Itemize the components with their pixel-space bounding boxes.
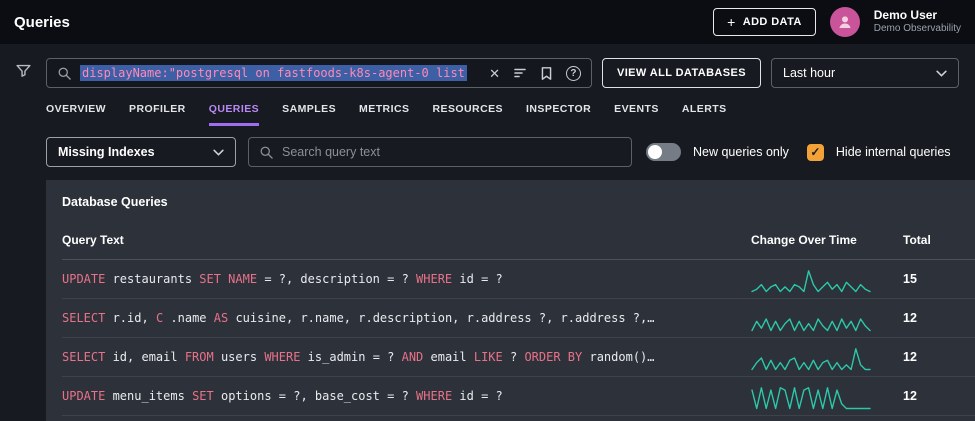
tab-overview[interactable]: OVERVIEW <box>46 103 106 126</box>
top-header: Queries + ADD DATA Demo User Demo Observ… <box>0 0 975 44</box>
bookmark-icon[interactable] <box>540 66 553 81</box>
table-row[interactable]: SELECT id, email FROM users WHERE is_adm… <box>62 338 975 377</box>
query-filter-select[interactable]: Missing Indexes <box>46 137 236 167</box>
query-filter-value: Missing Indexes <box>58 145 155 159</box>
page-title: Queries <box>14 13 70 31</box>
hide-internal-checkbox[interactable]: ✓ <box>806 143 824 161</box>
hide-internal-label: Hide internal queries <box>835 145 951 159</box>
person-icon <box>839 16 851 28</box>
time-range-value: Last hour <box>783 66 836 80</box>
query-total: 12 <box>903 389 917 403</box>
tab-metrics[interactable]: METRICS <box>359 103 409 126</box>
sparkline-chart <box>751 383 903 410</box>
column-total: Total <box>903 233 931 247</box>
database-queries-panel: Database Queries Query Text Change Over … <box>46 180 975 421</box>
tab-alerts[interactable]: ALERTS <box>682 103 727 126</box>
query-text: SELECT r.id, C .name AS cuisine, r.name,… <box>62 311 655 325</box>
search-query-text: displayName:"postgresql on fastfoods-k8s… <box>80 65 467 81</box>
column-change-over-time: Change Over Time <box>751 233 857 247</box>
query-text-search[interactable] <box>248 137 632 167</box>
query-text: UPDATE menu_items SET options = ?, base_… <box>62 389 503 403</box>
filter-funnel-icon[interactable] <box>15 62 32 79</box>
database-search-input[interactable]: displayName:"postgresql on fastfoods-k8s… <box>46 58 592 88</box>
help-icon[interactable]: ? <box>565 65 581 81</box>
clear-search-icon[interactable]: ✕ <box>489 67 500 80</box>
chevron-down-icon <box>213 149 224 156</box>
query-total: 12 <box>903 311 917 325</box>
filters-row: Missing Indexes New queries only ✓ Hide … <box>46 137 959 167</box>
tab-inspector[interactable]: INSPECTOR <box>526 103 591 126</box>
main-column: displayName:"postgresql on fastfoods-k8s… <box>46 44 975 421</box>
tab-events[interactable]: EVENTS <box>614 103 659 126</box>
query-text: UPDATE restaurants SET NAME = ?, descrip… <box>62 272 503 286</box>
new-queries-toggle[interactable] <box>646 143 681 161</box>
query-total: 15 <box>903 272 917 286</box>
time-range-select[interactable]: Last hour <box>771 58 959 88</box>
table-header: Query Text Change Over Time Total <box>62 233 975 260</box>
user-name: Demo User <box>873 8 938 23</box>
toggle-knob <box>648 145 662 159</box>
sparkline-chart <box>751 305 903 332</box>
query-total: 12 <box>903 350 917 364</box>
query-table-body: UPDATE restaurants SET NAME = ?, descrip… <box>62 260 975 416</box>
plus-icon: + <box>727 14 736 30</box>
sparkline-chart <box>751 344 903 371</box>
tab-resources[interactable]: RESOURCES <box>432 103 503 126</box>
table-row[interactable]: UPDATE restaurants SET NAME = ?, descrip… <box>62 260 975 299</box>
filter-list-icon[interactable] <box>513 66 527 80</box>
content-area: displayName:"postgresql on fastfoods-k8s… <box>0 44 975 421</box>
left-rail <box>0 44 46 421</box>
tab-bar: OVERVIEW PROFILER QUERIES SAMPLES METRIC… <box>46 103 959 126</box>
sparkline-chart <box>751 266 903 293</box>
new-queries-label: New queries only <box>693 145 789 159</box>
add-data-button[interactable]: + ADD DATA <box>713 8 816 36</box>
table-row[interactable]: UPDATE menu_items SET options = ?, base_… <box>62 377 975 416</box>
user-org: Demo Observability <box>873 23 961 35</box>
tab-queries[interactable]: QUERIES <box>208 103 260 126</box>
column-query-text: Query Text <box>62 233 124 247</box>
panel-title: Database Queries <box>62 195 168 209</box>
tab-samples[interactable]: SAMPLES <box>282 103 336 126</box>
chevron-down-icon <box>936 70 947 77</box>
search-icon <box>58 67 71 80</box>
query-text: SELECT id, email FROM users WHERE is_adm… <box>62 350 655 364</box>
user-menu[interactable]: Demo User Demo Observability <box>874 8 961 36</box>
table-row[interactable]: SELECT r.id, C .name AS cuisine, r.name,… <box>62 299 975 338</box>
tab-profiler[interactable]: PROFILER <box>129 103 186 126</box>
search-icon <box>260 146 273 159</box>
add-data-label: ADD DATA <box>742 16 802 28</box>
query-search-input[interactable] <box>282 145 621 159</box>
view-all-databases-button[interactable]: VIEW ALL DATABASES <box>601 58 761 88</box>
avatar[interactable] <box>829 7 860 37</box>
searchbox-icons: ✕ ? <box>489 65 581 81</box>
search-row: displayName:"postgresql on fastfoods-k8s… <box>46 58 959 88</box>
